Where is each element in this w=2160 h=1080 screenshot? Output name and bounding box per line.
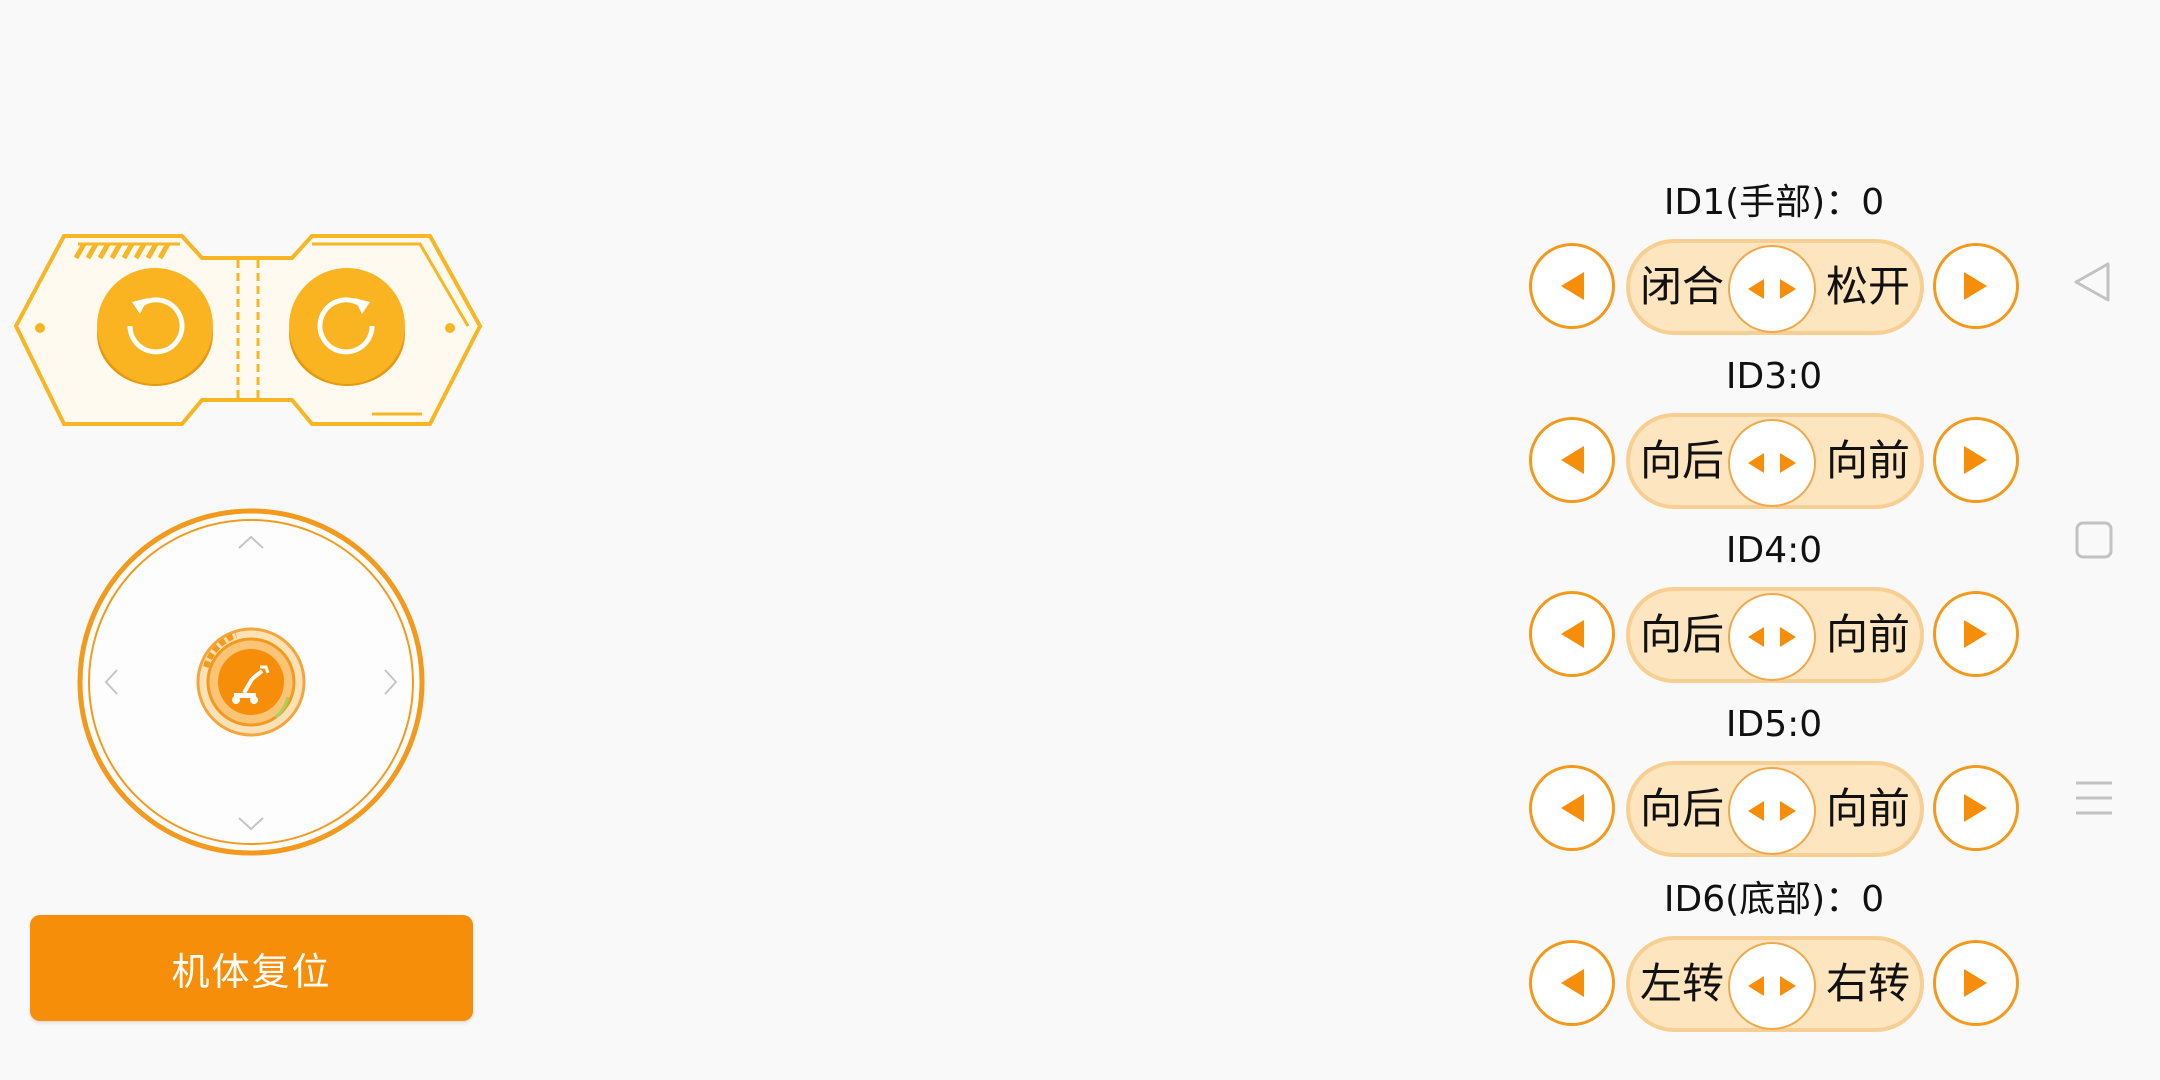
- servo-id5-right-text: 向前: [1825, 784, 1910, 833]
- reset-body-button[interactable]: 机体复位: [30, 915, 473, 1021]
- joystick-knob[interactable]: [196, 627, 306, 737]
- triangle-right-icon: [1964, 794, 1987, 822]
- servo-id3-label: ID3:0: [1725, 356, 1823, 397]
- servo-id6-decrease-button[interactable]: [1529, 940, 1615, 1026]
- servo-id4-slider[interactable]: 向后 向前: [1626, 587, 1924, 683]
- servo-id4-decrease-button[interactable]: [1529, 591, 1615, 677]
- joystick[interactable]: [76, 507, 426, 857]
- servo-id5-decrease-button[interactable]: [1529, 765, 1615, 851]
- rotate-panel: [12, 230, 484, 430]
- servo-id1-knob[interactable]: [1728, 245, 1816, 333]
- rotate-clockwise-icon: [289, 268, 405, 386]
- servo-id5-slider[interactable]: 向后 向前: [1626, 761, 1924, 857]
- servo-id1-increase-button[interactable]: [1933, 243, 2019, 329]
- servo-id6-knob[interactable]: [1728, 942, 1816, 1030]
- triangle-right-icon: [1964, 969, 1987, 997]
- servo-id1-right-text: 松开: [1825, 262, 1910, 311]
- triangle-left-icon: [1561, 794, 1584, 822]
- servo-id6-slider[interactable]: 左转 右转: [1626, 936, 1924, 1032]
- servo-id6-label: ID6(底部)：0: [1663, 879, 1885, 920]
- servo-id4-control: 向后 向前: [1529, 587, 2023, 683]
- servo-id3-right-text: 向前: [1825, 436, 1910, 485]
- servo-id3-decrease-button[interactable]: [1529, 417, 1615, 503]
- back-triangle-icon[interactable]: [2070, 258, 2114, 306]
- servo-id5-control: 向后 向前: [1529, 761, 2023, 857]
- servo-id5-knob[interactable]: [1728, 767, 1816, 855]
- robot-arm-icon: [196, 627, 306, 737]
- servo-id3-left-text: 向后: [1640, 436, 1725, 485]
- left-right-arrows-icon: [1748, 976, 1796, 996]
- servo-id6-control: 左转 右转: [1529, 936, 2023, 1032]
- servo-id3-control: 向后 向前: [1529, 413, 2023, 509]
- servo-id3-increase-button[interactable]: [1933, 417, 2019, 503]
- servo-id4-knob[interactable]: [1728, 593, 1816, 681]
- servo-id1-left-text: 闭合: [1640, 262, 1725, 311]
- rotate-left-button[interactable]: [96, 268, 214, 388]
- servo-id6-left-text: 左转: [1640, 959, 1725, 1008]
- servo-id1-decrease-button[interactable]: [1529, 243, 1615, 329]
- servo-id1-slider[interactable]: 闭合 松开: [1626, 239, 1924, 335]
- triangle-left-icon: [1561, 446, 1584, 474]
- home-square-icon[interactable]: [2074, 520, 2114, 560]
- servo-id4-left-text: 向后: [1640, 610, 1725, 659]
- menu-lines-icon[interactable]: [2074, 778, 2114, 818]
- rotate-panel-frame: [13, 234, 483, 426]
- servo-id1-control: 闭合 松开: [1529, 239, 2023, 335]
- servo-id4-label: ID4:0: [1725, 530, 1823, 571]
- triangle-right-icon: [1964, 272, 1987, 300]
- servo-id5-increase-button[interactable]: [1933, 765, 2019, 851]
- servo-id3-slider[interactable]: 向后 向前: [1626, 413, 1924, 509]
- servo-id5-left-text: 向后: [1640, 784, 1725, 833]
- servo-id4-increase-button[interactable]: [1933, 591, 2019, 677]
- triangle-left-icon: [1561, 272, 1584, 300]
- servo-id3-knob[interactable]: [1728, 419, 1816, 507]
- triangle-left-icon: [1561, 969, 1584, 997]
- servo-id5-label: ID5:0: [1725, 704, 1823, 745]
- triangle-left-icon: [1561, 620, 1584, 648]
- servo-id4-right-text: 向前: [1825, 610, 1910, 659]
- rotate-right-button[interactable]: [288, 268, 406, 388]
- left-right-arrows-icon: [1748, 453, 1796, 473]
- servo-id1-label: ID1(手部)：0: [1663, 182, 1885, 223]
- left-right-arrows-icon: [1748, 801, 1796, 821]
- triangle-right-icon: [1964, 446, 1987, 474]
- left-right-arrows-icon: [1748, 279, 1796, 299]
- rotate-counterclockwise-icon: [97, 268, 213, 386]
- servo-id6-increase-button[interactable]: [1933, 940, 2019, 1026]
- left-right-arrows-icon: [1748, 627, 1796, 647]
- servo-id6-right-text: 右转: [1825, 959, 1910, 1008]
- triangle-right-icon: [1964, 620, 1987, 648]
